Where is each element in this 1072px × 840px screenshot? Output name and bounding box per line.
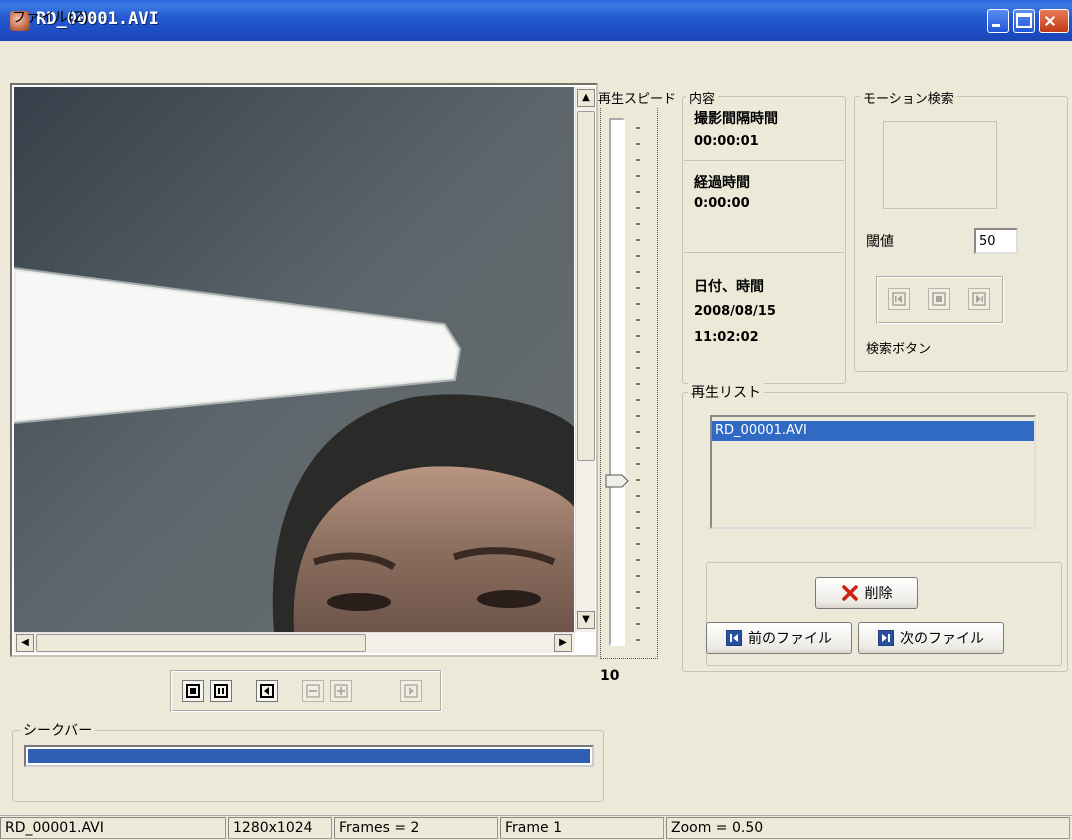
speed-slider-ticks: [636, 127, 640, 641]
threshold-input[interactable]: [974, 228, 1018, 254]
info-divider: [684, 160, 844, 161]
video-vertical-scrollbar[interactable]: ▲ ▼: [575, 87, 595, 632]
scroll-up-icon[interactable]: ▲: [577, 89, 595, 107]
search-forward-button[interactable]: [968, 288, 990, 310]
delete-label: 削除: [864, 586, 893, 602]
delete-button[interactable]: 削除: [815, 577, 918, 609]
minimize-icon: [992, 24, 1000, 27]
zoom-out-icon: [306, 684, 320, 698]
title-bar[interactable]: [0, 0, 1072, 41]
maximize-icon: [1016, 13, 1032, 28]
video-horizontal-scrollbar[interactable]: ◀ ▶: [14, 632, 575, 653]
search-button-label: 検索ボタン: [866, 342, 932, 357]
interval-label: 撮影間隔時間: [694, 111, 778, 127]
close-button[interactable]: [1039, 9, 1069, 33]
status-resolution: 1280x1024: [228, 817, 332, 839]
stop-button[interactable]: [182, 680, 204, 702]
elapsed-value: 0:00:00: [694, 196, 750, 211]
search-stop-button[interactable]: [928, 288, 950, 310]
date-value: 2008/08/15: [694, 304, 776, 319]
scroll-left-icon[interactable]: ◀: [16, 634, 34, 652]
threshold-label: 閾値: [866, 234, 894, 250]
playlist-title: 再生リスト: [688, 382, 764, 402]
zoom-in-button[interactable]: [330, 680, 352, 702]
next-file-button[interactable]: 次のファイル: [858, 622, 1004, 654]
search-forward-icon: [972, 292, 986, 306]
speed-value: 10: [600, 668, 620, 684]
seek-bar-fill: [28, 749, 590, 763]
video-frame-image: [14, 87, 574, 632]
status-file: RD_00001.AVI: [0, 817, 226, 839]
seek-bar-label: シークバー: [20, 720, 96, 740]
prev-file-label: 前のファイル: [748, 631, 832, 647]
pause-button[interactable]: [210, 680, 232, 702]
motion-preview: [883, 121, 997, 209]
time-value: 11:02:02: [694, 330, 759, 345]
prev-file-icon: [726, 630, 742, 646]
next-file-icon: [878, 630, 894, 646]
search-back-button[interactable]: [888, 288, 910, 310]
zoom-out-button[interactable]: [302, 680, 324, 702]
close-icon: [1044, 15, 1056, 27]
info-group-title: 内容: [686, 88, 719, 107]
speed-slider-thumb[interactable]: [604, 474, 630, 488]
vertical-scroll-thumb[interactable]: [577, 111, 595, 461]
step-back-icon: [260, 684, 274, 698]
playback-controls: [170, 670, 442, 712]
maximize-button[interactable]: [1013, 9, 1035, 33]
speed-label: 再生スピード: [598, 88, 678, 107]
status-zoom: Zoom = 0.50: [666, 817, 1070, 839]
step-forward-button[interactable]: [400, 680, 422, 702]
search-stop-icon: [932, 292, 946, 306]
motion-search-buttons: [876, 276, 1004, 324]
speed-slider-track[interactable]: [609, 118, 625, 646]
scroll-down-icon[interactable]: ▼: [577, 611, 595, 629]
pause-icon: [214, 684, 228, 698]
delete-icon: [841, 585, 858, 601]
scroll-right-icon[interactable]: ▶: [554, 634, 572, 652]
zoom-in-icon: [334, 684, 348, 698]
search-back-icon: [892, 292, 906, 306]
menu-bar: [0, 41, 1072, 71]
stop-icon: [186, 684, 200, 698]
playlist-box[interactable]: RD_00001.AVI: [710, 415, 1036, 529]
info-divider: [684, 252, 844, 253]
status-frame: Frame 1: [500, 817, 664, 839]
video-view[interactable]: [14, 87, 574, 632]
status-frames: Frames = 2: [334, 817, 498, 839]
next-file-label: 次のファイル: [900, 631, 984, 647]
horizontal-scroll-thumb[interactable]: [36, 634, 366, 652]
prev-file-button[interactable]: 前のファイル: [706, 622, 852, 654]
menu-file[interactable]: ファイル(Z): [12, 7, 89, 27]
minimize-button[interactable]: [987, 9, 1009, 33]
datetime-label: 日付、時間: [694, 279, 764, 295]
playlist-item[interactable]: RD_00001.AVI: [712, 421, 1034, 441]
motion-search-title: モーション検索: [860, 88, 957, 107]
elapsed-label: 経過時間: [694, 175, 750, 191]
interval-value: 00:00:01: [694, 134, 759, 149]
step-back-button[interactable]: [256, 680, 278, 702]
step-forward-icon: [404, 684, 418, 698]
